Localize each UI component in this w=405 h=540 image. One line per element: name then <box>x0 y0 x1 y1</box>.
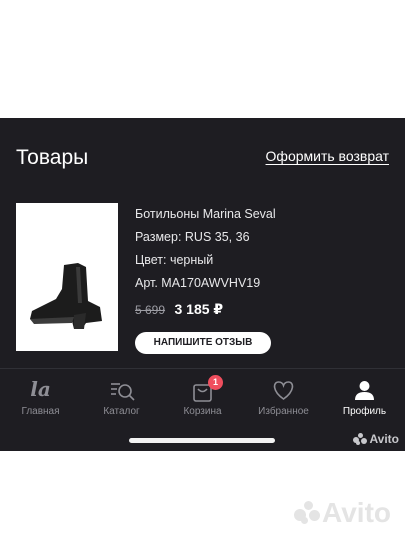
product-image[interactable] <box>16 203 118 351</box>
product-info: Ботильоны Marina Seval Размер: RUS 35, 3… <box>135 206 276 298</box>
tab-label: Профиль <box>342 406 387 417</box>
app-screen: Товары Оформить возврат Ботильоны Marina… <box>0 118 405 451</box>
avito-logo-icon <box>294 500 321 524</box>
cart-bag-icon <box>162 377 243 403</box>
tab-cart[interactable]: 1 Корзина <box>162 369 243 427</box>
product-color: Цвет: черный <box>135 253 214 267</box>
return-link[interactable]: Оформить возврат <box>266 148 389 164</box>
tab-label: Корзина <box>183 406 222 417</box>
avito-watermark-large: Avito <box>294 497 391 529</box>
price-block: 5 699 3 185 ₽ <box>135 301 223 319</box>
page-title: Товары <box>16 146 89 169</box>
product-size: Размер: RUS 35, 36 <box>135 230 250 244</box>
tab-catalog[interactable]: Каталог <box>81 369 162 427</box>
tab-label: Главная <box>21 406 60 417</box>
write-review-button[interactable]: НАПИШИТЕ ОТЗЫВ <box>135 332 271 354</box>
current-price: 3 185 ₽ <box>174 301 224 317</box>
tab-favorites[interactable]: Избранное <box>243 369 324 427</box>
avito-logo-icon <box>353 433 368 445</box>
product-article: Арт. MA170AWVHV19 <box>135 276 261 290</box>
tab-label: Избранное <box>258 406 309 417</box>
cart-badge: 1 <box>208 375 223 390</box>
home-indicator <box>129 438 275 443</box>
tab-profile[interactable]: Профиль <box>324 369 405 427</box>
tab-label: Каталог <box>103 406 140 417</box>
old-price: 5 699 <box>135 303 166 317</box>
bottom-tab-bar: la Главная Каталог 1 Корзина Избранное П… <box>0 368 405 451</box>
catalog-search-icon <box>81 377 162 403</box>
boot-icon <box>30 263 102 329</box>
tab-home[interactable]: la Главная <box>0 369 81 427</box>
avito-watermark-small: Avito <box>353 432 399 446</box>
product-name[interactable]: Ботильоны Marina Seval <box>135 206 276 229</box>
profile-icon <box>324 377 405 403</box>
heart-icon <box>243 377 324 403</box>
la-logo-icon: la <box>30 377 51 401</box>
